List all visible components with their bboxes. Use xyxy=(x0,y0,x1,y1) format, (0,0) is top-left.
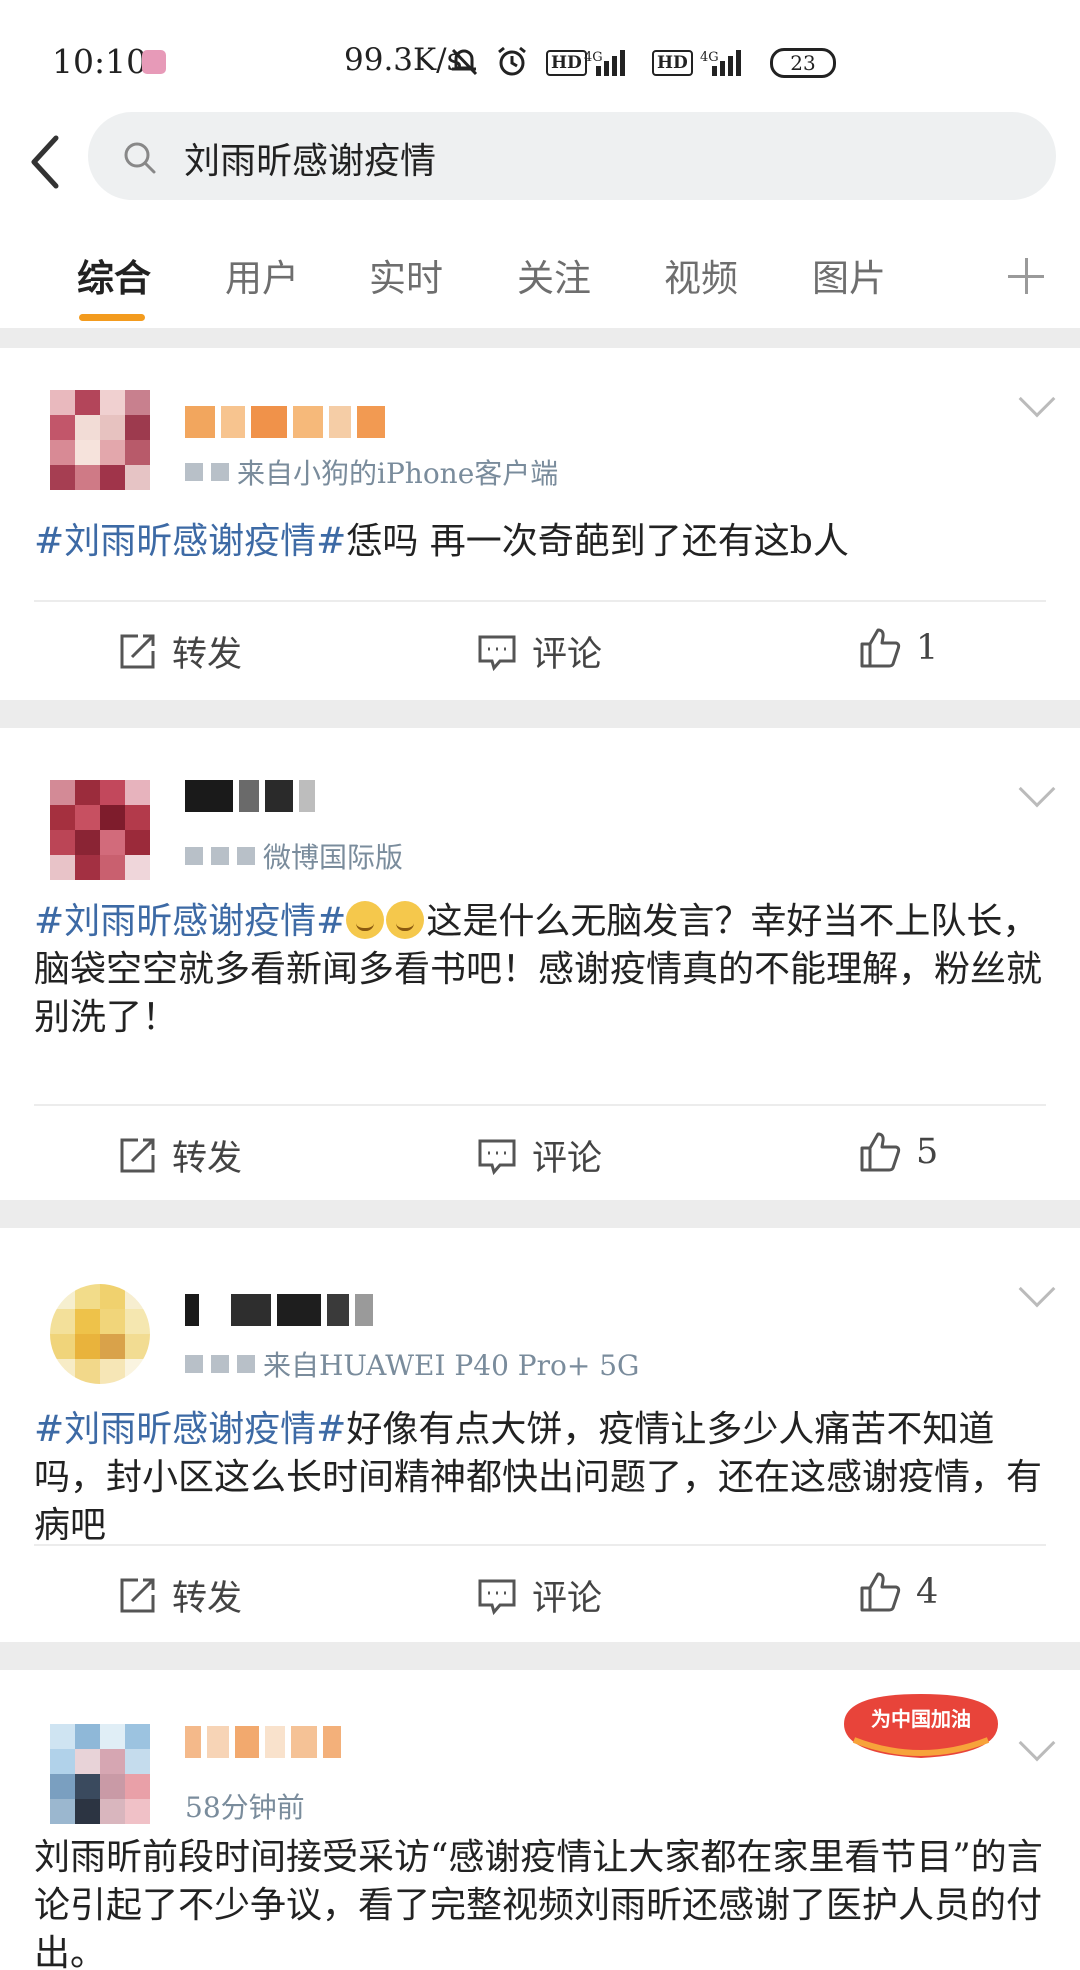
post-menu-chevron-icon[interactable] xyxy=(1018,770,1056,808)
like-button[interactable]: 5 xyxy=(858,1130,938,1174)
post-actions: 转发 评论 1 xyxy=(0,602,1080,698)
post-actions: 转发 评论 4 xyxy=(0,1546,1080,1642)
avatar[interactable] xyxy=(50,1724,150,1824)
emoji-icon xyxy=(386,901,425,939)
post-card: 微博国际版 #刘雨昕感谢疫情# 这是什么无脑发言？幸好当不上队长，脑袋空空就多看新… xyxy=(0,728,1080,1200)
post-text: #刘雨昕感谢疫情#恁吗 再一次奇葩到了还有这b人 xyxy=(34,521,849,562)
badge-text: 为中国加油 xyxy=(871,1707,971,1731)
repost-icon xyxy=(120,1578,155,1612)
alarm-icon xyxy=(494,44,530,78)
thumbs-up-icon xyxy=(860,1572,901,1612)
like-button[interactable]: 4 xyxy=(858,1570,938,1614)
username-redacted[interactable] xyxy=(185,1726,341,1758)
mute-icon xyxy=(446,44,482,78)
post-card: 58分钟前 为中国加油 刘雨昕前段时间接受采访“感谢疫情让大家都在家里看节目”的… xyxy=(0,1670,1080,1970)
post-source: 来自HUAWEI P40 Pro+ 5G xyxy=(185,1344,639,1384)
tab-following[interactable]: 关注 xyxy=(517,248,591,302)
search-tabs: 综合 用户 实时 关注 视频 图片 xyxy=(0,218,1080,328)
repost-icon xyxy=(120,1138,155,1172)
hashtag-link[interactable]: #刘雨昕感谢疫情# xyxy=(34,1409,346,1450)
back-button[interactable] xyxy=(22,130,82,194)
thumbs-up-icon xyxy=(860,1132,901,1172)
chevron-left-icon xyxy=(31,135,59,189)
search-icon xyxy=(122,140,158,180)
username-redacted[interactable] xyxy=(185,780,315,812)
like-button[interactable]: 1 xyxy=(858,626,938,670)
post-text: 刘雨昕前段时间接受采访“感谢疫情让大家都在家里看节目”的言论引起了不少争议，看了… xyxy=(34,1837,1043,1970)
post-card: 来自HUAWEI P40 Pro+ 5G #刘雨昕感谢疫情#好像有点大饼，疫情让… xyxy=(0,1228,1080,1642)
tab-realtime[interactable]: 实时 xyxy=(369,248,443,302)
avatar[interactable] xyxy=(50,390,150,490)
avatar[interactable] xyxy=(50,1284,150,1384)
post-source: 微博国际版 xyxy=(185,836,403,876)
status-time: 10:10 xyxy=(52,42,148,81)
comment-icon xyxy=(478,635,516,671)
status-bar: 10:10 99.3K/s HD 4G HD 4G 23 xyxy=(0,0,1080,108)
repost-button[interactable]: 转发 xyxy=(116,626,242,677)
repost-button[interactable]: 转发 xyxy=(116,1130,242,1181)
like-count: 4 xyxy=(916,1572,939,1612)
comment-button[interactable]: 评论 xyxy=(476,1130,602,1181)
comment-button[interactable]: 评论 xyxy=(476,626,602,677)
post-text: #刘雨昕感谢疫情#好像有点大饼，疫情让多少人痛苦不知道吗，封小区这么长时间精神都… xyxy=(34,1409,1043,1546)
like-count: 1 xyxy=(916,628,939,668)
comment-icon xyxy=(478,1579,516,1615)
post-menu-chevron-icon[interactable] xyxy=(1018,380,1056,418)
active-tab-indicator xyxy=(79,314,145,321)
post-menu-chevron-icon[interactable] xyxy=(1018,1270,1056,1308)
post-text: #刘雨昕感谢疫情# 这是什么无脑发言？幸好当不上队长，脑袋空空就多看新闻多看书吧！… xyxy=(34,901,1043,1038)
thumbs-up-icon xyxy=(860,628,901,668)
username-redacted[interactable] xyxy=(185,406,385,438)
comment-button[interactable]: 评论 xyxy=(476,1570,602,1621)
repost-button[interactable]: 转发 xyxy=(116,1570,242,1621)
add-tab-icon[interactable] xyxy=(1008,258,1044,294)
post-source: 来自小狗的iPhone客户端 xyxy=(185,452,558,492)
tab-video[interactable]: 视频 xyxy=(664,248,738,302)
cheer-for-china-badge: 为中国加油 xyxy=(844,1694,998,1758)
notification-icon xyxy=(142,50,166,74)
network-speed: 99.3K/s xyxy=(344,42,463,78)
post-actions: 转发 评论 5 xyxy=(0,1106,1080,1202)
signal-icon-1 xyxy=(596,48,625,76)
like-count: 5 xyxy=(916,1132,939,1172)
tab-users[interactable]: 用户 xyxy=(225,248,299,302)
search-input[interactable]: 刘雨昕感谢疫情 xyxy=(88,112,1056,200)
emoji-icon xyxy=(346,901,385,939)
search-query: 刘雨昕感谢疫情 xyxy=(184,141,437,182)
signal-icon-2 xyxy=(712,48,741,76)
hd-icon: HD xyxy=(546,50,587,76)
comment-icon xyxy=(478,1139,516,1175)
repost-icon xyxy=(120,634,155,668)
hashtag-link[interactable]: #刘雨昕感谢疫情# xyxy=(34,521,346,562)
avatar[interactable] xyxy=(50,780,150,880)
search-bar-row: 刘雨昕感谢疫情 xyxy=(0,108,1080,218)
post-source: 58分钟前 xyxy=(185,1791,305,1824)
username-redacted[interactable] xyxy=(185,1294,373,1326)
post-menu-chevron-icon[interactable] xyxy=(1018,1724,1056,1762)
hd-icon-2: HD xyxy=(652,50,693,76)
tab-comprehensive[interactable]: 综合 xyxy=(77,248,151,302)
tab-images[interactable]: 图片 xyxy=(812,248,886,302)
post-card: 来自小狗的iPhone客户端 #刘雨昕感谢疫情#恁吗 再一次奇葩到了还有这b人 … xyxy=(0,348,1080,700)
hashtag-link[interactable]: #刘雨昕感谢疫情# xyxy=(34,901,346,942)
battery-icon: 23 xyxy=(770,48,836,78)
